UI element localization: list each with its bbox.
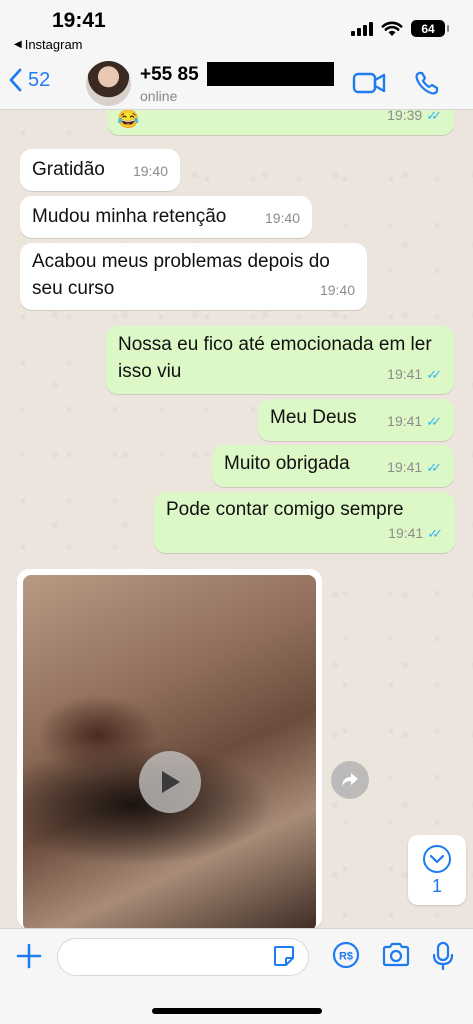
message-time: 19:40 bbox=[319, 282, 355, 298]
contact-status: online bbox=[140, 88, 178, 104]
plus-icon[interactable] bbox=[16, 943, 42, 969]
message-time: 19:41 bbox=[387, 413, 423, 429]
camera-icon[interactable] bbox=[381, 942, 411, 968]
message-meta: 19:41 ✓✓ bbox=[388, 520, 443, 547]
unread-badge: 1 bbox=[431, 875, 442, 896]
message-text: Meu Deus bbox=[270, 407, 357, 428]
message-text: Muito obrigada bbox=[224, 453, 350, 474]
message-time: 19:41 bbox=[387, 366, 423, 382]
back-to-app-link[interactable]: ◀ Instagram bbox=[14, 37, 83, 52]
message-meta: 19:40 bbox=[265, 205, 300, 232]
message-meta: 19:41 ✓✓ bbox=[387, 408, 442, 435]
message-time: 19:39 bbox=[387, 110, 423, 123]
sticker-icon[interactable] bbox=[272, 944, 296, 968]
payment-icon[interactable]: R$ bbox=[332, 941, 360, 969]
message-meta: 19:39 ✓✓ bbox=[387, 110, 442, 129]
message-time: 19:40 bbox=[264, 210, 300, 226]
status-time: 19:41 bbox=[52, 9, 106, 32]
wifi-icon bbox=[381, 21, 403, 36]
phone-icon[interactable] bbox=[414, 70, 440, 96]
back-triangle-icon: ◀ bbox=[14, 39, 22, 50]
chevron-down-icon bbox=[423, 844, 451, 873]
read-ticks-icon: ✓✓ bbox=[427, 526, 443, 541]
message-bubble-outgoing[interactable]: Meu Deus 19:41 ✓✓ bbox=[258, 399, 454, 441]
forward-button[interactable] bbox=[331, 761, 369, 799]
message-meta: 19:41 ✓✓ bbox=[387, 361, 442, 388]
chevron-left-icon bbox=[9, 68, 22, 92]
back-button[interactable]: 52 bbox=[8, 68, 50, 92]
message-bubble-outgoing[interactable]: Pode contar comigo sempre 19:41 ✓✓ bbox=[154, 492, 455, 553]
back-app-label: Instagram bbox=[24, 37, 83, 52]
svg-text:R$: R$ bbox=[339, 951, 353, 963]
redaction-bar bbox=[207, 62, 334, 86]
message-meta: 19:41 ✓✓ bbox=[387, 454, 442, 481]
message-time: 19:40 bbox=[132, 163, 168, 179]
message-time: 19:41 bbox=[388, 525, 424, 541]
read-ticks-icon: ✓✓ bbox=[426, 460, 442, 475]
message-time: 19:41 bbox=[387, 459, 423, 475]
cellular-signal-icon bbox=[351, 21, 373, 36]
chat-header: 52 +55 85 online bbox=[0, 58, 473, 110]
message-bubble-incoming[interactable]: Mudou minha retenção 19:40 bbox=[20, 196, 312, 238]
battery-indicator: 64 bbox=[411, 20, 449, 37]
play-button[interactable] bbox=[139, 751, 201, 813]
read-ticks-icon: ✓✓ bbox=[426, 367, 442, 382]
unread-chats-count: 52 bbox=[28, 68, 51, 91]
message-text: Acabou meus problemas depois do seu curs… bbox=[32, 251, 330, 299]
status-indicators: 64 bbox=[351, 20, 449, 37]
read-ticks-icon: ✓✓ bbox=[426, 414, 442, 429]
scroll-to-bottom-button[interactable]: 1 bbox=[408, 835, 466, 905]
message-meta: 19:40 bbox=[320, 277, 355, 304]
message-bubble-outgoing[interactable]: 😂 19:39 ✓✓ bbox=[107, 110, 454, 135]
message-text: Mudou minha retenção bbox=[32, 206, 227, 227]
contact-avatar[interactable] bbox=[86, 61, 131, 106]
message-text: Gratidão bbox=[32, 159, 105, 180]
video-message[interactable] bbox=[17, 569, 322, 928]
video-thumbnail[interactable] bbox=[23, 575, 316, 928]
emoji-icon: 😂 bbox=[117, 110, 140, 129]
read-ticks-icon: ✓✓ bbox=[426, 110, 442, 123]
message-bubble-outgoing[interactable]: Muito obrigada 19:41 ✓✓ bbox=[212, 445, 454, 487]
chat-area[interactable]: 😂 19:39 ✓✓ Gratidão 19:40 Mudou minha re… bbox=[0, 110, 473, 928]
home-indicator[interactable] bbox=[152, 1008, 322, 1014]
message-bubble-incoming[interactable]: Acabou meus problemas depois do seu curs… bbox=[20, 243, 367, 310]
contact-name[interactable]: +55 85 bbox=[140, 64, 199, 86]
play-icon bbox=[162, 771, 180, 793]
microphone-icon[interactable] bbox=[432, 941, 454, 971]
message-bubble-outgoing[interactable]: Nossa eu fico até emocionada em ler isso… bbox=[106, 326, 454, 394]
message-meta: 19:40 bbox=[133, 158, 168, 185]
status-bar: 19:41 ◀ Instagram 64 bbox=[0, 0, 473, 58]
video-call-icon[interactable] bbox=[352, 70, 386, 96]
message-text: Pode contar comigo sempre bbox=[166, 499, 404, 520]
message-bubble-incoming[interactable]: Gratidão 19:40 bbox=[20, 149, 180, 191]
forward-icon bbox=[342, 773, 358, 787]
